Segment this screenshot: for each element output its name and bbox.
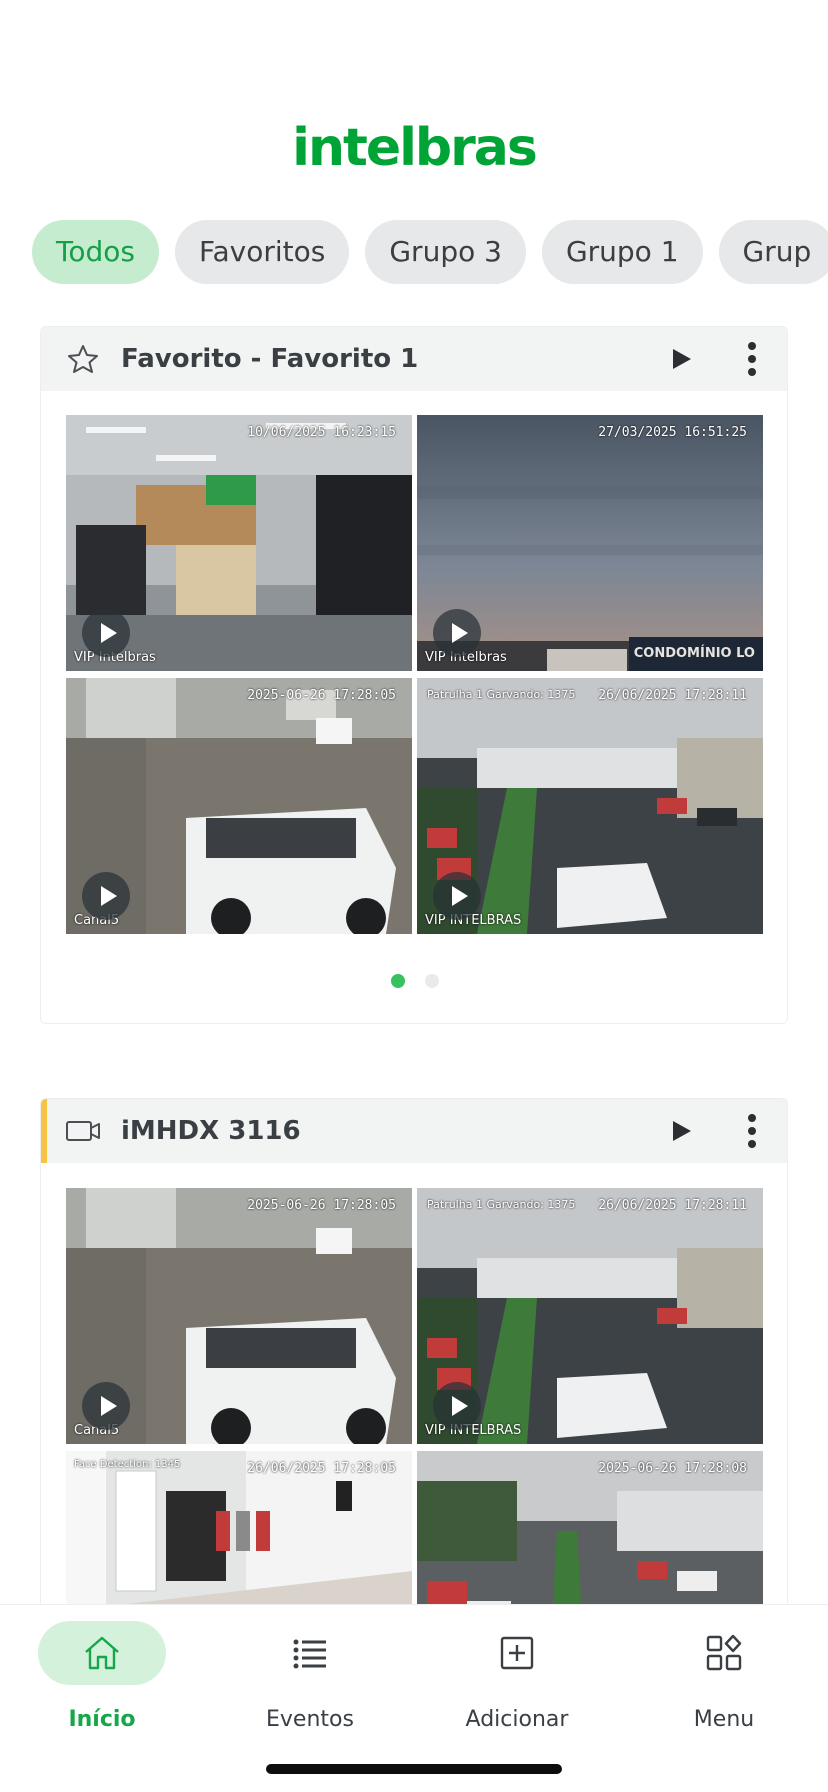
nav-item-eventos[interactable]: Eventos: [220, 1621, 400, 1741]
tile-play-button[interactable]: [433, 872, 481, 920]
nav-label: Menu: [693, 1707, 755, 1732]
chip-todos[interactable]: Todos: [32, 220, 159, 284]
camera-tile[interactable]: 2025-06-26 17:28:05 Canal5: [66, 1188, 412, 1444]
nav-label: Eventos: [266, 1707, 354, 1732]
favorites-card: Favorito - Favorito 1 10/06/2025 16:23:1…: [40, 326, 788, 1024]
nav-item-adicionar[interactable]: Adicionar: [427, 1621, 607, 1741]
camera-tile[interactable]: 27/03/2025 16:51:25 VIP Intelbras CONDOM…: [417, 415, 763, 671]
favorites-camera-grid: 10/06/2025 16:23:15 VIP Intelbras 27/03/…: [66, 415, 763, 935]
play-all-icon[interactable]: [671, 1119, 693, 1143]
more-options-icon[interactable]: [747, 1113, 757, 1149]
pagination-dot-1[interactable]: [391, 974, 405, 988]
tile-play-button[interactable]: [82, 872, 130, 920]
tile-timestamp: 2025-06-26 17:28:08: [598, 1461, 747, 1476]
brand-logo: intelbras: [292, 118, 538, 178]
device-camera-grid: 2025-06-26 17:28:05 Canal5 26/06/2025 17…: [66, 1188, 763, 1604]
tile-timestamp: 26/06/2025 17:28:05: [247, 1461, 396, 1476]
favorites-card-header: Favorito - Favorito 1: [41, 327, 787, 391]
camera-tile[interactable]: 10/06/2025 16:23:15 VIP Intelbras: [66, 415, 412, 671]
star-icon[interactable]: [65, 343, 101, 375]
nav-item-menu[interactable]: Menu: [634, 1621, 814, 1741]
camera-tile[interactable]: 2025-06-26 17:28:05 Canal5: [66, 678, 412, 934]
chip-grupo-truncated[interactable]: Grup: [718, 220, 828, 284]
chip-grupo-1[interactable]: Grupo 1: [541, 220, 703, 284]
more-options-icon[interactable]: [747, 341, 757, 377]
list-icon: [293, 1639, 326, 1669]
play-all-icon[interactable]: [671, 347, 693, 371]
tile-label: VIP INTELBRAS: [425, 913, 522, 928]
device-card-header: iMHDX 3116: [41, 1099, 787, 1163]
tile-timestamp: 26/06/2025 17:28:11: [598, 1198, 747, 1213]
camera-tile[interactable]: 26/06/2025 17:28:11 Patrulha 1 Garvando:…: [417, 1188, 763, 1444]
tile-timestamp: 26/06/2025 17:28:11: [598, 688, 747, 703]
favorites-card-title: Favorito - Favorito 1: [121, 344, 419, 374]
pagination-dot-2[interactable]: [425, 974, 439, 988]
home-icon: [85, 1636, 119, 1670]
camera-tile[interactable]: 26/06/2025 17:28:11 Patrulha 1 Garvando:…: [417, 678, 763, 934]
tile-play-button[interactable]: [82, 1382, 130, 1430]
tile-play-button[interactable]: [433, 1382, 481, 1430]
chip-favoritos[interactable]: Favoritos: [174, 220, 350, 284]
camera-tile[interactable]: 26/06/2025 17:28:05 Face Detection: 1345: [66, 1451, 412, 1604]
tile-timestamp: 27/03/2025 16:51:25: [598, 425, 747, 440]
tile-overlay-text: CONDOMÍNIO LO: [633, 646, 755, 661]
tile-label: VIP INTELBRAS: [425, 1423, 522, 1438]
nav-label: Início: [68, 1707, 136, 1732]
nav-label: Adicionar: [465, 1707, 569, 1732]
filter-chips: Todos Favoritos Grupo 3 Grupo 1 Grup: [32, 220, 828, 284]
device-card: iMHDX 3116 2025-06-26 17:28:05 Canal5 26…: [40, 1098, 788, 1604]
tile-caption: Patrulha 1 Garvando: 1375: [427, 1198, 576, 1211]
chip-grupo-3[interactable]: Grupo 3: [365, 220, 526, 284]
tile-timestamp: 2025-06-26 17:28:05: [247, 688, 396, 703]
tile-play-button[interactable]: [433, 609, 481, 657]
camera-tile[interactable]: 2025-06-26 17:28:08: [417, 1451, 763, 1604]
home-indicator[interactable]: [266, 1764, 562, 1774]
tile-timestamp: 2025-06-26 17:28:05: [247, 1198, 396, 1213]
tile-caption: Patrulha 1 Garvando: 1375: [427, 688, 576, 701]
tile-play-button[interactable]: [82, 609, 130, 657]
tile-timestamp: 10/06/2025 16:23:15: [247, 425, 396, 440]
device-card-title: iMHDX 3116: [121, 1116, 301, 1146]
camera-icon: [66, 1121, 100, 1141]
add-icon: [500, 1636, 534, 1670]
menu-grid-icon: [706, 1634, 742, 1671]
pagination-dots: [41, 973, 787, 992]
nav-item-inicio[interactable]: Início: [12, 1621, 192, 1741]
tile-caption: Face Detection: 1345: [74, 1459, 181, 1470]
